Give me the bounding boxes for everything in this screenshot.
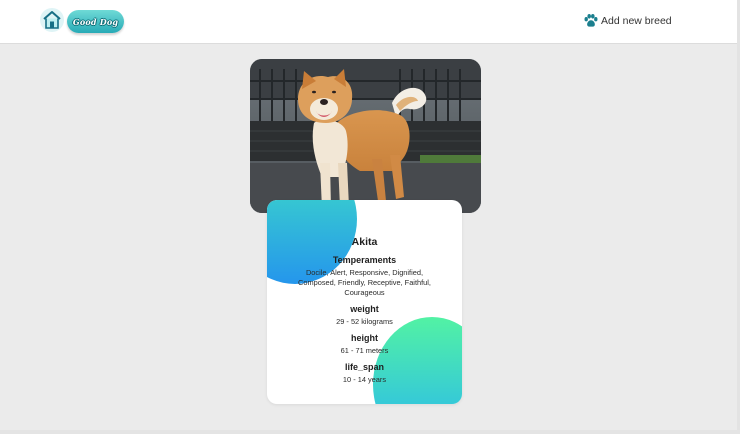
breed-photo bbox=[250, 59, 481, 213]
weight-title: weight bbox=[350, 304, 379, 314]
navbar: Good Dog Add new breed bbox=[0, 0, 740, 44]
card-content: Akita Temperaments Docile, Alert, Respon… bbox=[267, 200, 462, 404]
breed-detail-card: Akita Temperaments Docile, Alert, Respon… bbox=[267, 200, 462, 404]
life-span-title: life_span bbox=[344, 362, 384, 372]
breed-name: Akita bbox=[351, 236, 378, 248]
add-new-breed-link[interactable]: Add new breed bbox=[583, 12, 672, 30]
page-bottom-edge bbox=[0, 430, 740, 434]
brand-logo[interactable]: Good Dog bbox=[67, 10, 124, 33]
temperaments-title: Temperaments bbox=[332, 255, 397, 265]
brand-text: Good Dog bbox=[72, 16, 119, 27]
height-value: 61 - 71 meters bbox=[340, 346, 389, 355]
weight-value: 29 - 52 kilograms bbox=[336, 317, 393, 326]
paw-icon bbox=[584, 14, 598, 27]
add-new-breed-label: Add new breed bbox=[601, 15, 672, 27]
home-button[interactable] bbox=[40, 8, 64, 32]
life-span-value: 10 - 14 years bbox=[342, 375, 387, 384]
temperaments-value: Docile, Alert, Responsive, Dignified, Co… bbox=[298, 268, 431, 297]
house-icon bbox=[43, 11, 61, 29]
height-title: height bbox=[351, 333, 378, 343]
